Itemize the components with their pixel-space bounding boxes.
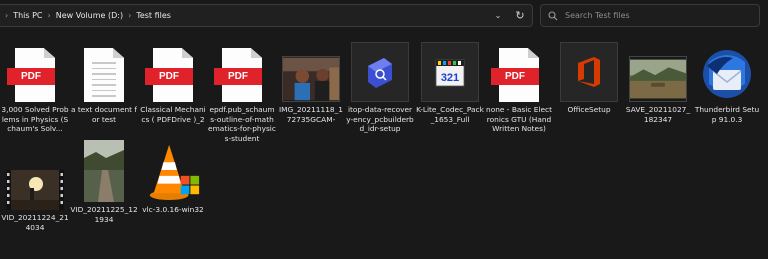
chevron-down-icon[interactable]: ⌄ [488, 11, 508, 20]
search-placeholder: Search Test files [565, 11, 630, 20]
file-item[interactable]: SAVE_20211027_182347 [624, 40, 692, 124]
file-name: VID_20211224_214034 [1, 213, 69, 232]
file-name: none - Basic Electronics GTU (Hand Writt… [486, 105, 552, 133]
video-thumbnail [6, 170, 64, 210]
file-item[interactable]: a text document for test [70, 40, 138, 124]
pdf-icon: PDF [214, 48, 266, 102]
pdf-icon: PDF [491, 48, 543, 102]
file-item[interactable]: vlc-3.0.16-win32 [139, 140, 207, 215]
file-name: itop-data-recovery-ency_pcbuilderbd_idr-… [346, 105, 414, 133]
svg-text:321: 321 [441, 72, 459, 84]
file-name: vlc-3.0.16-win32 [142, 205, 204, 214]
breadcrumb-test-files[interactable]: Test files [136, 11, 171, 20]
breadcrumb-this-pc[interactable]: This PC [13, 11, 42, 20]
search-box[interactable]: Search Test files [540, 4, 760, 27]
toolbar: › This PC › New Volume (D:) › Test files… [0, 0, 768, 32]
breadcrumb-new-volume[interactable]: New Volume (D:) [56, 11, 123, 20]
chevron-right-icon: › [5, 11, 9, 20]
file-item[interactable]: itop-data-recovery-ency_pcbuilderbd_idr-… [346, 40, 414, 134]
file-item[interactable]: VID_20211224_214034 [1, 148, 69, 232]
file-name: K-Lite_Codec_Pack_1653_Full [416, 105, 484, 124]
file-name: OfficeSetup [567, 105, 611, 114]
file-name: Classical Mechanics ( PDFDrive )_2 [140, 105, 206, 124]
file-name: 3,000 Solved Problems in Physics (Schaum… [1, 105, 69, 133]
file-name: Thunderbird Setup 91.0.3 [694, 105, 760, 124]
file-item[interactable]: PDF none - Basic Electronics GTU (Hand W… [485, 40, 553, 134]
file-item[interactable]: PDF Classical Mechanics ( PDFDrive )_2 [139, 40, 207, 124]
file-name: VID_20211225_121934 [70, 205, 138, 224]
text-document-icon [80, 48, 128, 102]
file-name: SAVE_20211027_182347 [625, 105, 691, 124]
thunderbird-icon [703, 50, 751, 98]
file-item[interactable]: IMG_20211118_172735GCAM- [277, 40, 345, 124]
office-icon [560, 42, 618, 102]
file-name: a text document for test [70, 105, 138, 124]
file-item[interactable]: VID_20211225_121934 [70, 140, 138, 224]
chevron-right-icon: › [128, 11, 132, 20]
pdf-icon: PDF [7, 48, 59, 102]
photo-thumbnail [629, 56, 687, 102]
vlc-icon [149, 144, 200, 200]
file-name: epdf.pub_schaums-outline-of-mathematics-… [208, 105, 276, 143]
installer-icon [351, 42, 409, 102]
file-item[interactable]: PDF epdf.pub_schaums-outline-of-mathemat… [208, 40, 276, 143]
pdf-icon: PDF [145, 48, 197, 102]
codec-installer-icon: 321 [421, 42, 479, 102]
file-item[interactable]: 321 K-Lite_Codec_Pack_1653_Full [416, 40, 484, 124]
file-item[interactable]: OfficeSetup [555, 40, 623, 115]
file-item[interactable]: PDF 3,000 Solved Problems in Physics (Sc… [1, 40, 69, 134]
photo-thumbnail [282, 56, 340, 102]
chevron-right-icon: › [47, 11, 51, 20]
refresh-icon[interactable]: ↻ [508, 9, 532, 22]
video-thumbnail [84, 140, 124, 202]
file-name: IMG_20211118_172735GCAM- [279, 105, 343, 124]
search-icon [541, 10, 565, 21]
address-bar[interactable]: › This PC › New Volume (D:) › Test files… [0, 4, 533, 27]
file-item[interactable]: Thunderbird Setup 91.0.3 [693, 40, 761, 124]
